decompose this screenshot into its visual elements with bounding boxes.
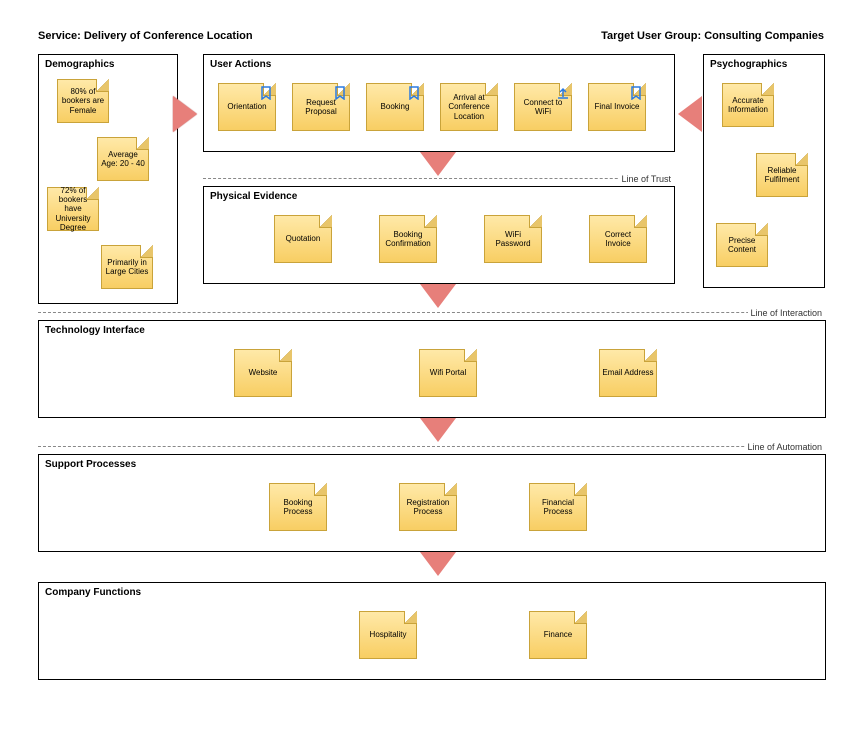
bookmark-icon (335, 86, 347, 100)
section-title: Support Processes (45, 459, 136, 470)
section-support-processes: Support Processes Booking Process Regist… (38, 454, 826, 552)
note: Average Age: 20 - 40 (97, 137, 149, 181)
section-title: User Actions (210, 59, 271, 70)
note-orientation: Orientation (218, 83, 276, 131)
note: WiFi Password (484, 215, 542, 263)
note: Email Address (599, 349, 657, 397)
section-title: Physical Evidence (210, 191, 297, 202)
note-label: Connect to WiFi (517, 98, 569, 116)
line-label: Line of Automation (745, 442, 824, 452)
bookmark-icon (409, 86, 421, 100)
note-request-proposal: Request Proposal (292, 83, 350, 131)
note: 80% of bookers are Female (57, 79, 109, 123)
section-demographics: Demographics 80% of bookers are Female A… (38, 54, 178, 304)
arrow-left-icon (678, 96, 702, 132)
arrow-down-icon (420, 284, 456, 308)
note: Website (234, 349, 292, 397)
divider-line-automation: Line of Automation (38, 446, 824, 447)
note: Finance (529, 611, 587, 659)
section-user-actions: User Actions Orientation Request Proposa… (203, 54, 675, 152)
note: Financial Process (529, 483, 587, 531)
bookmark-icon (261, 86, 273, 100)
note-connect-wifi: Connect to WiFi (514, 83, 572, 131)
note-final-invoice: Final Invoice (588, 83, 646, 131)
note: Reliable Fulfilment (756, 153, 808, 197)
page-title-right: Target User Group: Consulting Companies (601, 30, 824, 42)
note-label: Arrival at Conference Location (443, 93, 495, 121)
note: Wifi Portal (419, 349, 477, 397)
diagram-canvas: Demographics 80% of bookers are Female A… (38, 54, 824, 714)
note: Hospitality (359, 611, 417, 659)
page-title-left: Service: Delivery of Conference Location (38, 30, 253, 42)
note-label: Final Invoice (595, 102, 640, 111)
note: Booking Process (269, 483, 327, 531)
section-psychographics: Psychographics Accurate Information Reli… (703, 54, 825, 288)
note: Booking Confirmation (379, 215, 437, 263)
divider-line-trust: Line of Trust (203, 178, 673, 179)
note: Precise Content (716, 223, 768, 267)
note: Correct Invoice (589, 215, 647, 263)
note-label: Request Proposal (295, 98, 347, 116)
note: Accurate Information (722, 83, 774, 127)
note: Quotation (274, 215, 332, 263)
section-title: Psychographics (710, 59, 787, 70)
note-label: Booking (381, 102, 410, 111)
arrow-down-icon (420, 152, 456, 176)
section-company-functions: Company Functions Hospitality Finance (38, 582, 826, 680)
note: 72% of bookers have University Degree (47, 187, 99, 231)
section-technology-interface: Technology Interface Website Wifi Portal… (38, 320, 826, 418)
arrow-right-icon (173, 96, 197, 132)
note-booking: Booking (366, 83, 424, 131)
note: Primarily in Large Cities (101, 245, 153, 289)
arrow-down-icon (420, 552, 456, 576)
section-physical-evidence: Physical Evidence Quotation Booking Conf… (203, 186, 675, 284)
section-title: Technology Interface (45, 325, 145, 336)
line-label: Line of Trust (619, 174, 673, 184)
note: Registration Process (399, 483, 457, 531)
divider-line-interaction: Line of Interaction (38, 312, 824, 313)
arrow-down-icon (420, 418, 456, 442)
section-title: Demographics (45, 59, 114, 70)
bookmark-icon (631, 86, 643, 100)
section-title: Company Functions (45, 587, 141, 598)
note-label: Orientation (227, 102, 266, 111)
upload-icon (557, 86, 569, 100)
line-label: Line of Interaction (748, 308, 824, 318)
note-arrival: Arrival at Conference Location (440, 83, 498, 131)
